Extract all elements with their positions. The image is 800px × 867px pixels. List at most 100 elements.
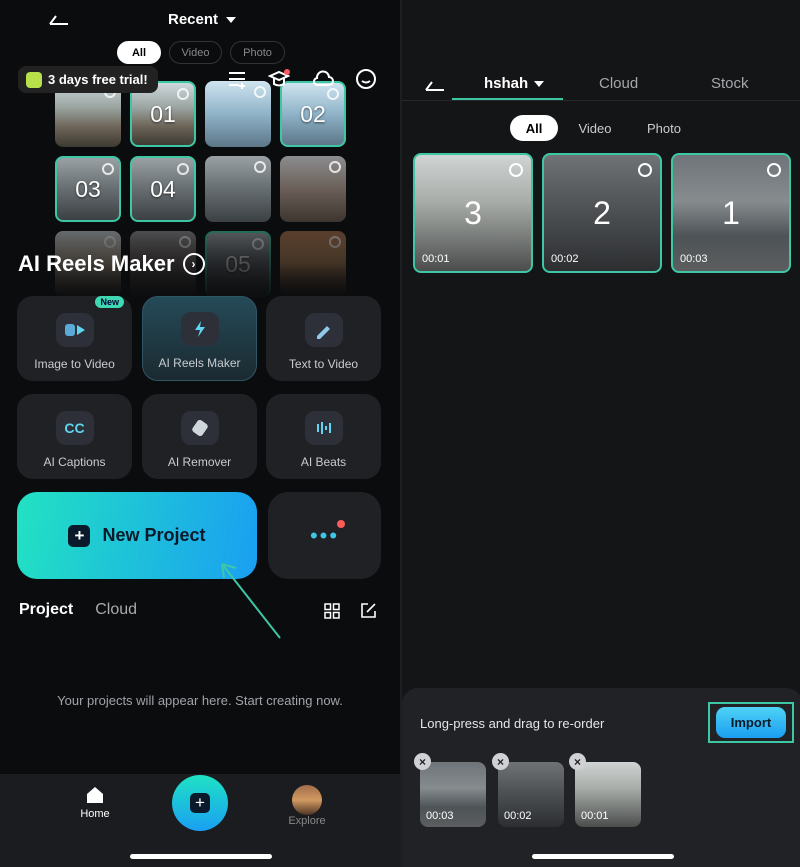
back-arrow-icon[interactable] (424, 78, 446, 92)
tab-cloud[interactable]: Cloud (599, 75, 638, 92)
selected-clip[interactable]: 00:03 (420, 762, 486, 827)
create-fab-button[interactable]: + (172, 775, 228, 831)
project-tabs: Project Cloud (19, 601, 137, 619)
selected-clip[interactable]: 00:02 (498, 762, 564, 827)
explore-avatar (292, 785, 322, 815)
tab-user-album[interactable]: hshah (484, 75, 545, 92)
more-dots-icon: ••• (309, 522, 340, 548)
selected-clip[interactable]: 00:01 (575, 762, 641, 827)
clip-duration: 00:03 (426, 810, 454, 822)
empty-state-message: Your projects will appear here. Start cr… (57, 693, 343, 708)
notification-dot (337, 520, 345, 528)
media-thumb-selected[interactable]: 02 (280, 81, 346, 147)
home-indicator (130, 854, 272, 859)
tool-label: Text to Video (288, 357, 359, 371)
recent-dropdown[interactable]: Recent (168, 11, 237, 28)
grid-view-icon[interactable] (324, 603, 340, 619)
chevron-down-icon (534, 80, 545, 87)
remove-clip-icon[interactable]: × (492, 753, 509, 770)
select-circle-icon[interactable] (767, 163, 781, 177)
chevron-down-icon (226, 16, 237, 23)
back-arrow-icon[interactable] (48, 12, 70, 26)
cloud-icon[interactable] (312, 68, 334, 90)
left-screen: Recent All Video Photo 01 02 03 04 05 3 … (0, 0, 400, 867)
home-indicator (532, 854, 674, 859)
right-screen: hshah Cloud Stock All Video Photo 3 00:0… (400, 0, 800, 867)
clip-duration: 00:01 (581, 810, 609, 822)
free-trial-badge[interactable]: 3 days free trial! (18, 66, 158, 93)
select-circle-icon (254, 86, 266, 98)
text-to-video-icon (304, 313, 343, 347)
tool-label: AI Captions (43, 455, 106, 469)
tab-stock[interactable]: Stock (711, 75, 749, 92)
plus-icon: + (68, 524, 91, 547)
tool-image-to-video[interactable]: New Image to Video (17, 296, 132, 381)
media-thumb[interactable] (280, 156, 346, 222)
edit-icon[interactable] (360, 602, 377, 619)
home-icon (87, 787, 103, 803)
clip-duration: 00:02 (551, 253, 579, 265)
select-circle-icon (329, 161, 341, 173)
import-button[interactable]: Import (716, 707, 786, 738)
plus-icon: + (190, 793, 210, 813)
reorder-hint: Long-press and drag to re-order (420, 716, 605, 731)
media-tile-selected[interactable]: 1 00:03 (671, 153, 791, 273)
section-title: AI Reels Maker (18, 251, 175, 276)
tool-ai-beats[interactable]: AI Beats (266, 394, 381, 479)
media-tile-selected[interactable]: 2 00:02 (542, 153, 662, 273)
nav-home-label: Home (80, 808, 110, 820)
media-thumb[interactable] (205, 156, 271, 222)
media-tile-selected[interactable]: 3 00:01 (413, 153, 533, 273)
image-to-video-icon (55, 313, 94, 347)
tool-label: AI Reels Maker (158, 356, 241, 370)
filter-all[interactable]: All (510, 115, 558, 141)
media-thumb-selected[interactable]: 03 (55, 156, 121, 222)
list-icon[interactable] (226, 68, 248, 90)
media-thumb-selected[interactable]: 04 (130, 156, 196, 222)
tool-label: AI Beats (300, 455, 347, 469)
nav-home[interactable]: Home (78, 785, 112, 820)
trial-label: 3 days free trial! (48, 72, 148, 87)
tool-label: Image to Video (34, 357, 115, 371)
clip-duration: 00:01 (422, 253, 450, 265)
nav-explore-label: Explore (288, 815, 326, 827)
filter-photo[interactable]: Photo (230, 41, 285, 64)
tab-cloud[interactable]: Cloud (95, 601, 137, 619)
filter-all[interactable]: All (117, 41, 161, 64)
select-circle-icon (254, 161, 266, 173)
nav-explore[interactable]: Explore (287, 785, 327, 827)
user-album-label: hshah (484, 75, 529, 92)
smiley-icon[interactable] (355, 68, 377, 90)
remove-clip-icon[interactable]: × (569, 753, 586, 770)
divider (402, 100, 800, 101)
select-circle-icon (177, 88, 189, 100)
clip-duration: 00:03 (680, 253, 708, 265)
ai-reels-maker-link[interactable]: AI Reels Maker › (18, 251, 205, 277)
new-project-label: New Project (102, 525, 206, 545)
remove-clip-icon[interactable]: × (414, 753, 431, 770)
tab-project[interactable]: Project (19, 601, 73, 619)
tool-ai-captions[interactable]: CC AI Captions (17, 394, 132, 479)
crown-icon (26, 71, 42, 88)
arrow-right-circle-icon: › (182, 253, 205, 275)
select-circle-icon (177, 163, 189, 175)
clip-duration: 00:02 (504, 810, 532, 822)
captions-cc-icon: CC (55, 411, 94, 445)
tool-label: AI Remover (167, 455, 232, 469)
reels-lightning-icon (180, 312, 219, 346)
new-badge: New (95, 296, 124, 308)
filter-video[interactable]: Video (570, 115, 620, 141)
tool-ai-reels-maker[interactable]: AI Reels Maker (142, 296, 257, 381)
tool-ai-remover[interactable]: AI Remover (142, 394, 257, 479)
media-thumb[interactable] (205, 81, 271, 147)
select-circle-icon[interactable] (509, 163, 523, 177)
filter-photo[interactable]: Photo (638, 115, 690, 141)
select-circle-icon[interactable] (638, 163, 652, 177)
graduation-cap-icon[interactable] (268, 68, 290, 90)
pointer-arrow-annotation (221, 563, 281, 639)
music-beats-icon (304, 411, 343, 445)
recent-label: Recent (168, 11, 219, 28)
filter-video[interactable]: Video (169, 41, 222, 64)
tool-text-to-video[interactable]: Text to Video (266, 296, 381, 381)
select-circle-icon (102, 163, 114, 175)
